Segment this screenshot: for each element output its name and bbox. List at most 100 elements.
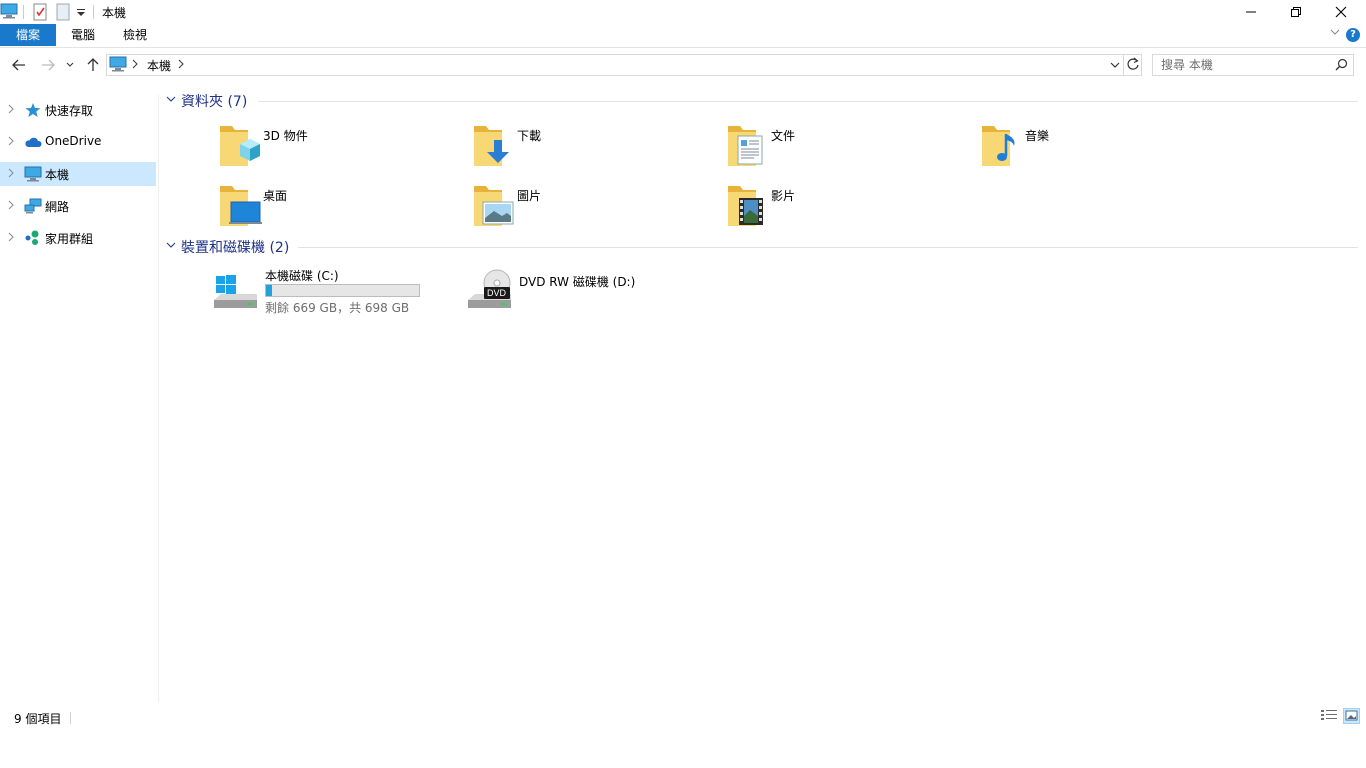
chevron-down-icon — [66, 62, 74, 67]
sidebar-item-label: 本機 — [45, 168, 70, 182]
folder-pictures[interactable]: 圖片 — [472, 182, 712, 238]
sidebar-item-label: 快速存取 — [45, 104, 94, 118]
chevron-down-icon[interactable] — [166, 239, 176, 253]
drive-d[interactable]: DVD DVD RW 磁碟機 (D:) — [467, 266, 707, 314]
homegroup-icon — [24, 230, 42, 246]
sidebar-item-network[interactable]: 網路 — [0, 194, 156, 218]
drive-free-space: 剩餘 669 GB，共 698 GB — [265, 301, 410, 315]
sidebar-item-onedrive[interactable]: OneDrive — [0, 130, 156, 154]
tab-file[interactable]: 檔案 — [0, 24, 56, 46]
group-header-devices[interactable]: 裝置和磁碟機 (2) — [166, 237, 1358, 257]
ribbon: 檔案 電腦 檢視 ? — [0, 24, 1366, 48]
drive-c[interactable]: 本機磁碟 (C:) 剩餘 669 GB，共 698 GB — [213, 266, 453, 315]
folder-label: 3D 物件 — [263, 129, 308, 143]
3d-objects-folder-icon — [218, 122, 262, 170]
minimize-icon — [1246, 11, 1256, 13]
folder-3d-objects[interactable]: 3D 物件 — [218, 122, 458, 178]
large-icons-view-button[interactable] — [1343, 708, 1360, 724]
network-icon — [24, 198, 42, 214]
dvd-badge-text: DVD — [487, 288, 507, 298]
restore-button[interactable] — [1273, 0, 1319, 24]
folder-documents[interactable]: 文件 — [726, 122, 966, 178]
folder-desktop[interactable]: 桌面 — [218, 182, 458, 238]
breadcrumb-separator-icon[interactable] — [131, 58, 139, 72]
chevron-right-icon[interactable] — [7, 103, 15, 118]
downloads-folder-icon — [472, 122, 516, 170]
sidebar-item-label: 網路 — [45, 200, 70, 214]
sidebar-item-this-pc[interactable]: 本機 — [0, 162, 156, 186]
customize-toolbar-icon[interactable] — [76, 6, 86, 21]
back-arrow-icon — [12, 59, 25, 71]
folder-label: 音樂 — [1025, 129, 1050, 143]
close-icon — [1335, 6, 1347, 18]
group-divider — [298, 247, 1358, 248]
drive-usage-fill — [266, 285, 273, 296]
large-icons-view-icon — [1345, 710, 1358, 721]
computer-icon — [24, 166, 42, 182]
breadcrumb-item[interactable]: 本機 — [147, 57, 171, 74]
music-folder-icon — [980, 122, 1024, 170]
help-icon[interactable]: ? — [1346, 28, 1360, 42]
chevron-right-icon[interactable] — [7, 199, 15, 214]
new-folder-icon[interactable] — [56, 3, 70, 24]
properties-icon[interactable] — [32, 3, 48, 24]
tab-view[interactable]: 檢視 — [109, 24, 161, 46]
folder-label: 文件 — [771, 129, 796, 143]
details-view-icon[interactable] — [1321, 709, 1337, 725]
window-title: 本機 — [102, 6, 127, 20]
recent-locations-button[interactable] — [63, 56, 77, 74]
group-header-folders[interactable]: 資料夾 (7) — [166, 91, 1358, 111]
status-divider — [70, 712, 71, 724]
dvd-drive-icon: DVD — [467, 266, 513, 312]
up-button[interactable] — [84, 56, 102, 74]
sidebar-item-homegroup[interactable]: 家用群組 — [0, 226, 156, 250]
folder-label: 下載 — [517, 129, 542, 143]
search-input[interactable] — [1153, 55, 1331, 75]
pictures-folder-icon — [472, 182, 516, 230]
address-bar[interactable]: 本機 — [106, 54, 1142, 76]
refresh-icon[interactable] — [1126, 57, 1140, 74]
item-count: 9 個項目 — [14, 712, 62, 726]
videos-folder-icon — [726, 182, 770, 230]
chevron-right-icon[interactable] — [7, 135, 15, 150]
forward-button[interactable] — [39, 56, 57, 74]
tab-computer[interactable]: 電腦 — [57, 24, 109, 46]
close-button[interactable] — [1318, 0, 1364, 24]
folder-label: 桌面 — [263, 189, 288, 203]
folder-label: 影片 — [771, 189, 796, 203]
group-divider — [258, 101, 1358, 102]
chevron-right-icon[interactable] — [7, 231, 15, 246]
forward-arrow-icon — [42, 59, 55, 71]
drive-name: 本機磁碟 (C:) — [265, 269, 339, 283]
chevron-right-icon[interactable] — [7, 167, 15, 182]
breadcrumb-separator-icon[interactable] — [177, 58, 185, 72]
navigation-pane: 快速存取 OneDrive 本機 網路 家用群組 — [0, 95, 159, 703]
search-box[interactable] — [1152, 54, 1354, 76]
title-bar: 本機 — [0, 0, 1366, 24]
search-icon[interactable] — [1335, 58, 1348, 74]
navigation-bar: 本機 — [0, 48, 1366, 82]
sidebar-item-label: OneDrive — [45, 134, 102, 148]
group-title: 裝置和磁碟機 (2) — [181, 240, 290, 256]
restore-icon — [1291, 7, 1301, 17]
folder-downloads[interactable]: 下載 — [472, 122, 712, 178]
folder-music[interactable]: 音樂 — [980, 122, 1220, 178]
sidebar-item-quick-access[interactable]: 快速存取 — [0, 98, 156, 122]
back-button[interactable] — [10, 56, 28, 74]
star-icon — [24, 102, 42, 118]
expand-ribbon-icon[interactable] — [1330, 27, 1340, 40]
status-bar: 9 個項目 — [0, 704, 1366, 728]
address-divider — [1123, 55, 1124, 75]
drive-name: DVD RW 磁碟機 (D:) — [519, 275, 636, 289]
minimize-button[interactable] — [1228, 0, 1274, 24]
group-title: 資料夾 (7) — [181, 94, 248, 110]
address-history-dropdown-icon[interactable] — [1110, 59, 1120, 73]
documents-folder-icon — [726, 122, 770, 170]
windows-drive-icon — [213, 266, 259, 312]
folder-videos[interactable]: 影片 — [726, 182, 966, 238]
computer-icon — [109, 56, 127, 75]
drive-usage-bar — [265, 284, 420, 297]
up-arrow-icon — [87, 58, 99, 71]
folder-label: 圖片 — [517, 189, 542, 203]
chevron-down-icon[interactable] — [166, 93, 176, 107]
